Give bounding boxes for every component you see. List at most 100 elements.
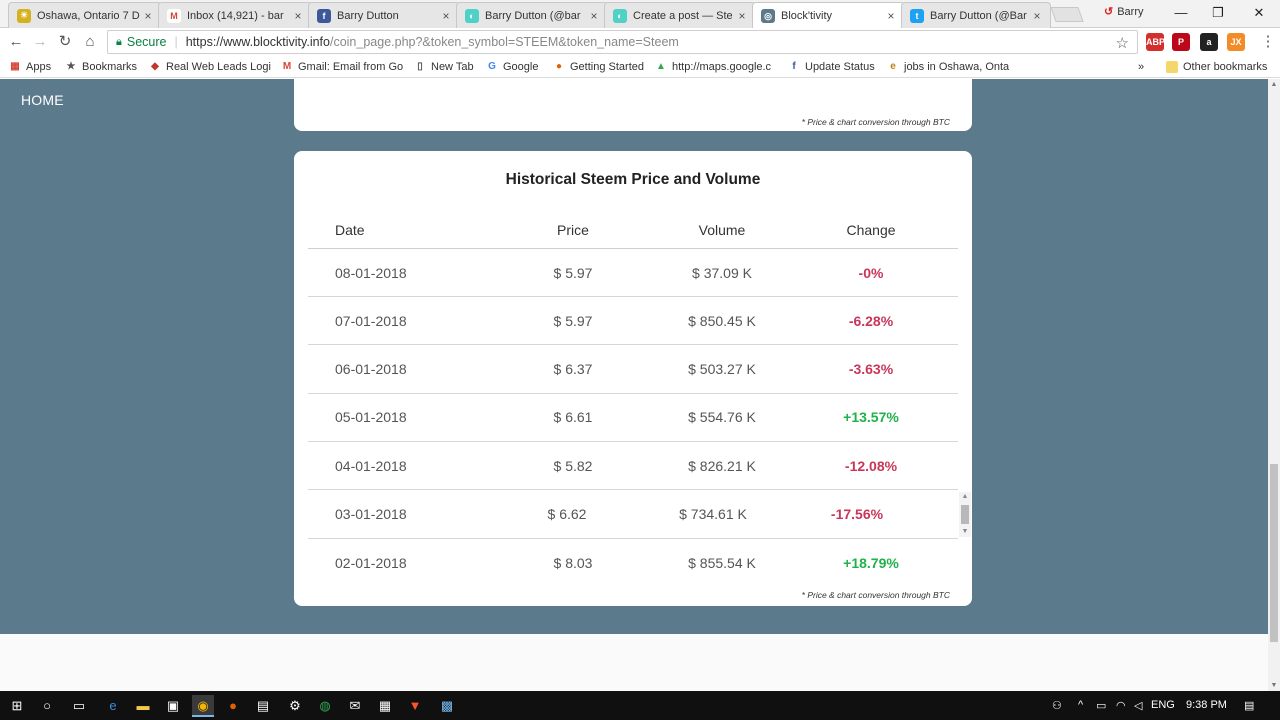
address-bar[interactable]: 🔒︎ Secure | https://www.blocktivity.info… xyxy=(107,30,1138,54)
chrome-icon[interactable]: ◉ xyxy=(192,695,214,717)
firefox-icon[interactable]: ● xyxy=(222,695,244,717)
volume-icon[interactable]: ◁ xyxy=(1134,699,1142,712)
pinned-app-icon[interactable]: ▩ xyxy=(436,695,458,717)
store-icon[interactable]: ▣ xyxy=(162,695,184,717)
table-row: 05-01-2018 $ 6.61 $ 554.76 K +13.57% xyxy=(308,394,958,442)
profile-icon: ↺ xyxy=(1104,6,1114,18)
bookmark-label: Apps xyxy=(26,61,52,73)
tab-close-icon[interactable]: × xyxy=(735,9,749,23)
reload-button[interactable]: ↻ xyxy=(55,33,75,51)
cell-change: -6.28% xyxy=(848,312,894,329)
tab-close-icon[interactable]: × xyxy=(1030,9,1044,23)
table-row: 08-01-2018 $ 5.97 $ 37.09 K -0% xyxy=(308,249,958,297)
profile-button[interactable]: ↺ Barry xyxy=(1104,5,1144,19)
back-button[interactable]: ← xyxy=(6,33,26,51)
home-button[interactable]: ⌂ xyxy=(80,33,100,51)
calculator-icon[interactable]: ▦ xyxy=(374,695,396,717)
jobs-icon: e xyxy=(890,61,896,72)
bookmark-item[interactable]: ◆ Real Web Leads Logi xyxy=(149,59,275,75)
tab-7[interactable]: t Barry Dutton (@Bar × xyxy=(901,2,1051,28)
clock[interactable]: 9:38 PM xyxy=(1186,699,1227,711)
other-bookmarks[interactable]: Other bookmarks xyxy=(1166,59,1267,75)
tab-3[interactable]: f Barry Dutton × xyxy=(308,2,460,28)
tab-favicon-icon: ◎ xyxy=(761,9,775,23)
battery-icon: ▭ xyxy=(1096,700,1107,712)
bookmark-item[interactable]: ★ Bookmarks xyxy=(65,59,145,75)
extension-icon[interactable]: P xyxy=(1172,33,1190,51)
forward-button[interactable]: → xyxy=(30,33,50,51)
nav-home-link[interactable]: HOME xyxy=(21,92,64,108)
leads-icon: ◆ xyxy=(151,61,159,72)
cortana-icon[interactable]: ○ xyxy=(36,695,58,717)
bookmark-item[interactable]: f Update Status xyxy=(788,59,882,75)
brave-icon[interactable]: ▼ xyxy=(404,695,426,717)
app-icon[interactable]: ◍ xyxy=(314,695,336,717)
bookmark-item[interactable]: e jobs in Oshawa, Onta xyxy=(887,59,1009,75)
row-scrollbar-thumb[interactable] xyxy=(961,504,969,524)
extension-icon[interactable]: a xyxy=(1200,33,1218,51)
bookmarks-overflow-button[interactable]: » xyxy=(1138,59,1144,75)
bookmark-star-icon[interactable]: ☆ xyxy=(1116,34,1129,52)
tab-close-icon[interactable]: × xyxy=(587,9,601,23)
tab-5[interactable]: ◐ Create a post — Ste × xyxy=(604,2,756,28)
row-scrollbar[interactable]: ▲ ▼ xyxy=(959,491,971,537)
tab-1[interactable]: ☀ Oshawa, Ontario 7 D × xyxy=(8,2,162,28)
bookmark-item[interactable]: ▲ http://maps.google.c xyxy=(655,59,783,75)
people-icon[interactable]: ⚇ xyxy=(1052,699,1062,712)
scroll-up-arrow-icon[interactable]: ▲ xyxy=(959,492,971,502)
conversion-note: * Price & chart conversion through BTC xyxy=(801,590,950,600)
new-tab-button[interactable] xyxy=(1050,7,1084,22)
tab-2[interactable]: M Inbox (14,921) - bar × xyxy=(158,2,312,28)
bookmark-item[interactable]: G Google xyxy=(486,59,548,75)
tab-favicon-icon: f xyxy=(317,8,331,23)
restore-button[interactable]: ❐ xyxy=(1197,2,1239,24)
page-footer-area xyxy=(0,634,1268,691)
table-row: 02-01-2018 $ 8.03 $ 855.54 K +18.79% xyxy=(308,539,958,587)
bookmark-item[interactable]: ▦ Apps xyxy=(9,59,61,75)
tab-4[interactable]: ◐ Barry Dutton (@bar × xyxy=(456,2,608,28)
mail-icon[interactable]: ✉ xyxy=(344,695,366,717)
tab-title: Oshawa, Ontario 7 D xyxy=(37,9,140,22)
extension-icon[interactable]: JX xyxy=(1227,33,1245,51)
bookmark-label: http://maps.google.c xyxy=(672,61,772,73)
bookmark-label: Google xyxy=(503,61,539,73)
table-row: 03-01-2018 $ 6.62 $ 734.61 K -17.56% ▲ ▼ xyxy=(308,491,971,539)
cell-date: 03-01-2018 xyxy=(335,506,407,522)
scroll-up-arrow-icon[interactable]: ▲ xyxy=(1268,81,1280,88)
tab-6[interactable]: ◎ Block'tivity × xyxy=(752,2,905,29)
bookmark-item[interactable]: ▯ New Tab xyxy=(414,59,480,75)
bookmark-label: jobs in Oshawa, Onta xyxy=(904,61,1009,73)
wifi-icon[interactable]: ◠ xyxy=(1116,699,1126,712)
notifications-icon[interactable]: ▤ xyxy=(1244,699,1254,712)
task-view-icon[interactable]: ▭ xyxy=(68,695,90,717)
edge-icon[interactable]: e xyxy=(102,695,124,717)
page-scrollbar[interactable]: ▲ ▼ xyxy=(1268,79,1280,691)
cell-change: -3.63% xyxy=(848,361,894,378)
scroll-down-arrow-icon[interactable]: ▼ xyxy=(959,527,971,537)
page-scrollbar-thumb[interactable] xyxy=(1270,464,1278,642)
chrome-menu-icon[interactable]: ⋮ xyxy=(1258,33,1278,51)
bookmark-item[interactable]: ● Getting Started xyxy=(553,59,649,75)
firefox-icon: ● xyxy=(555,61,563,72)
language-indicator[interactable]: ENG xyxy=(1151,699,1175,711)
tab-close-icon[interactable]: × xyxy=(439,9,453,23)
tab-close-icon[interactable]: × xyxy=(291,9,305,23)
minimize-button[interactable]: — xyxy=(1160,2,1202,24)
header-change: Change xyxy=(846,221,896,238)
tab-close-icon[interactable]: × xyxy=(141,9,155,23)
tray-chevron-icon[interactable]: ^ xyxy=(1078,699,1083,711)
table-header: Date Price Volume Change xyxy=(308,211,958,249)
start-icon[interactable]: ⊞ xyxy=(6,695,28,717)
close-window-button[interactable]: ✕ xyxy=(1238,2,1280,24)
settings-icon[interactable]: ⚙ xyxy=(284,695,306,717)
file-explorer-icon[interactable]: ▬ xyxy=(132,695,154,717)
bookmarks-bar: ▦ Apps ★ Bookmarks ◆ Real Web Leads Logi M Gmai… xyxy=(0,56,1280,78)
extension-icon[interactable]: ABP xyxy=(1146,33,1165,51)
bookmark-item[interactable]: M Gmail: Email from Go xyxy=(281,59,409,75)
tab-close-icon[interactable]: × xyxy=(884,9,898,23)
bookmark-label: New Tab xyxy=(431,61,474,73)
tab-favicon-icon: ◐ xyxy=(465,8,479,23)
notepad-icon[interactable]: ▤ xyxy=(252,695,274,717)
other-bookmarks-label: Other bookmarks xyxy=(1183,61,1268,73)
scroll-down-arrow-icon[interactable]: ▼ xyxy=(1268,682,1280,689)
